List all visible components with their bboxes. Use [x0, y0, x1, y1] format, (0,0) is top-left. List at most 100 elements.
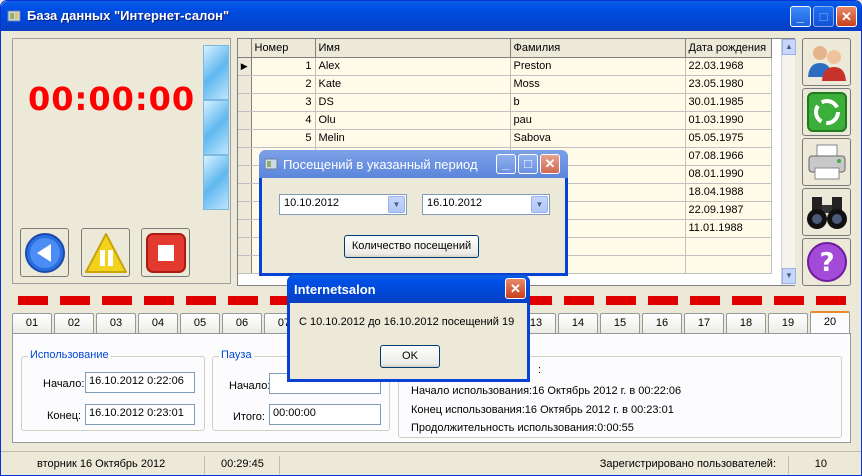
count-visits-button[interactable]: Количество посещений [344, 235, 479, 258]
cell-name[interactable]: Melin [315, 129, 511, 148]
row-indicator[interactable] [238, 255, 252, 274]
usage-start-field[interactable]: 16.10.2012 0:22:06 [85, 372, 195, 393]
minimize-button[interactable]: _ [790, 6, 811, 27]
tab-06[interactable]: 06 [222, 313, 262, 333]
period-minimize-button[interactable]: _ [496, 154, 516, 174]
stop-button[interactable] [141, 228, 190, 277]
row-indicator[interactable] [238, 165, 252, 184]
tab-16[interactable]: 16 [642, 313, 682, 333]
progress-segment [228, 296, 258, 305]
period-close-button[interactable]: ✕ [540, 154, 560, 174]
tab-15[interactable]: 15 [600, 313, 640, 333]
row-indicator[interactable] [238, 93, 252, 112]
row-indicator[interactable] [238, 237, 252, 256]
table-row[interactable]: 3 DS b 30.01.1985 [238, 93, 772, 112]
info-line-0: : [538, 364, 542, 376]
cell-name[interactable]: Olu [315, 111, 511, 130]
progress-segment [144, 296, 174, 305]
cell-birthdate[interactable]: 11.01.1988 [685, 219, 772, 238]
row-indicator[interactable] [238, 129, 252, 148]
tab-02[interactable]: 02 [54, 313, 94, 333]
cell-birthdate[interactable]: 18.04.1988 [685, 183, 772, 202]
pause-button[interactable] [81, 228, 130, 277]
tab-18[interactable]: 18 [726, 313, 766, 333]
column-header-name[interactable]: Имя [315, 39, 511, 58]
printer-icon [808, 144, 845, 180]
cell-birthdate[interactable]: 22.09.1987 [685, 201, 772, 220]
tab-19[interactable]: 19 [768, 313, 808, 333]
date-to-select[interactable]: 16.10.2012 ▼ [422, 194, 550, 215]
cell-name[interactable]: DS [315, 93, 511, 112]
column-header-birthdate[interactable]: Дата рождения [685, 39, 772, 58]
back-button[interactable] [20, 228, 69, 277]
tab-14[interactable]: 14 [558, 313, 598, 333]
usage-end-field[interactable]: 16.10.2012 0:23:01 [85, 404, 195, 425]
table-row[interactable]: 2 Kate Moss 23.05.1980 [238, 75, 772, 94]
recycle-button[interactable] [802, 88, 851, 136]
column-header-number[interactable]: Номер [251, 39, 316, 58]
cell-birthdate[interactable] [685, 255, 772, 274]
cell-number[interactable]: 2 [251, 75, 316, 94]
cell-birthdate[interactable]: 07.08.1966 [685, 147, 772, 166]
table-row[interactable]: 5 Melin Sabova 05.05.1975 [238, 129, 772, 148]
chevron-down-icon[interactable]: ▼ [388, 196, 405, 213]
svg-text:?: ? [819, 248, 834, 278]
cell-birthdate[interactable]: 22.03.1968 [685, 57, 772, 76]
cell-surname[interactable]: Sabova [510, 129, 686, 148]
tab-05[interactable]: 05 [180, 313, 220, 333]
cell-birthdate[interactable]: 23.05.1980 [685, 75, 772, 94]
help-button[interactable]: ? [802, 238, 851, 286]
cell-birthdate[interactable] [685, 237, 772, 256]
cell-birthdate[interactable]: 05.05.1975 [685, 129, 772, 148]
tab-20[interactable]: 20 [810, 311, 850, 334]
close-button[interactable]: ✕ [836, 6, 857, 27]
message-close-button[interactable]: ✕ [505, 278, 526, 299]
pause-total-field[interactable]: 00:00:00 [269, 404, 381, 425]
table-row[interactable]: ▶ 1 Alex Preston 22.03.1968 [238, 57, 772, 76]
cell-number[interactable]: 3 [251, 93, 316, 112]
cell-name[interactable]: Kate [315, 75, 511, 94]
search-button[interactable] [802, 188, 851, 236]
cell-number[interactable]: 4 [251, 111, 316, 130]
cell-surname[interactable]: b [510, 93, 686, 112]
period-dialog-title-bar[interactable]: Посещений в указанный период _ □ ✕ [259, 150, 568, 178]
scroll-down-button[interactable]: ▼ [782, 268, 796, 284]
row-indicator[interactable] [238, 111, 252, 130]
column-header-surname[interactable]: Фамилия [510, 39, 686, 58]
progress-segment [690, 296, 720, 305]
row-indicator[interactable] [238, 201, 252, 220]
title-bar[interactable]: База данных "Интернет-салон" _ □ ✕ [1, 1, 861, 31]
chevron-down-icon[interactable]: ▼ [531, 196, 548, 213]
row-indicator[interactable] [238, 75, 252, 94]
cell-number[interactable]: 1 [251, 57, 316, 76]
ok-button[interactable]: OK [380, 345, 440, 368]
tab-01[interactable]: 01 [12, 313, 52, 333]
pause-start-label: Начало: [229, 380, 271, 392]
tab-04[interactable]: 04 [138, 313, 178, 333]
period-maximize-button[interactable]: □ [518, 154, 538, 174]
cell-surname[interactable]: Preston [510, 57, 686, 76]
cell-birthdate[interactable]: 08.01.1990 [685, 165, 772, 184]
scroll-up-button[interactable]: ▲ [782, 39, 796, 55]
row-indicator-header [238, 39, 252, 58]
table-scrollbar[interactable]: ▲ ▼ [781, 39, 796, 285]
cell-surname[interactable]: Moss [510, 75, 686, 94]
progress-segment [60, 296, 90, 305]
cell-birthdate[interactable]: 01.03.1990 [685, 111, 772, 130]
users-button[interactable] [802, 38, 851, 86]
cell-surname[interactable]: pau [510, 111, 686, 130]
progress-segment [732, 296, 762, 305]
message-box-title-bar[interactable]: Internetsalon ✕ [287, 275, 530, 303]
row-indicator[interactable] [238, 183, 252, 202]
row-indicator[interactable]: ▶ [238, 57, 252, 76]
cell-birthdate[interactable]: 30.01.1985 [685, 93, 772, 112]
tab-03[interactable]: 03 [96, 313, 136, 333]
date-from-select[interactable]: 10.10.2012 ▼ [279, 194, 407, 215]
tab-17[interactable]: 17 [684, 313, 724, 333]
print-button[interactable] [802, 138, 851, 186]
row-indicator[interactable] [238, 147, 252, 166]
cell-name[interactable]: Alex [315, 57, 511, 76]
table-row[interactable]: 4 Olu pau 01.03.1990 [238, 111, 772, 130]
cell-number[interactable]: 5 [251, 129, 316, 148]
row-indicator[interactable] [238, 219, 252, 238]
